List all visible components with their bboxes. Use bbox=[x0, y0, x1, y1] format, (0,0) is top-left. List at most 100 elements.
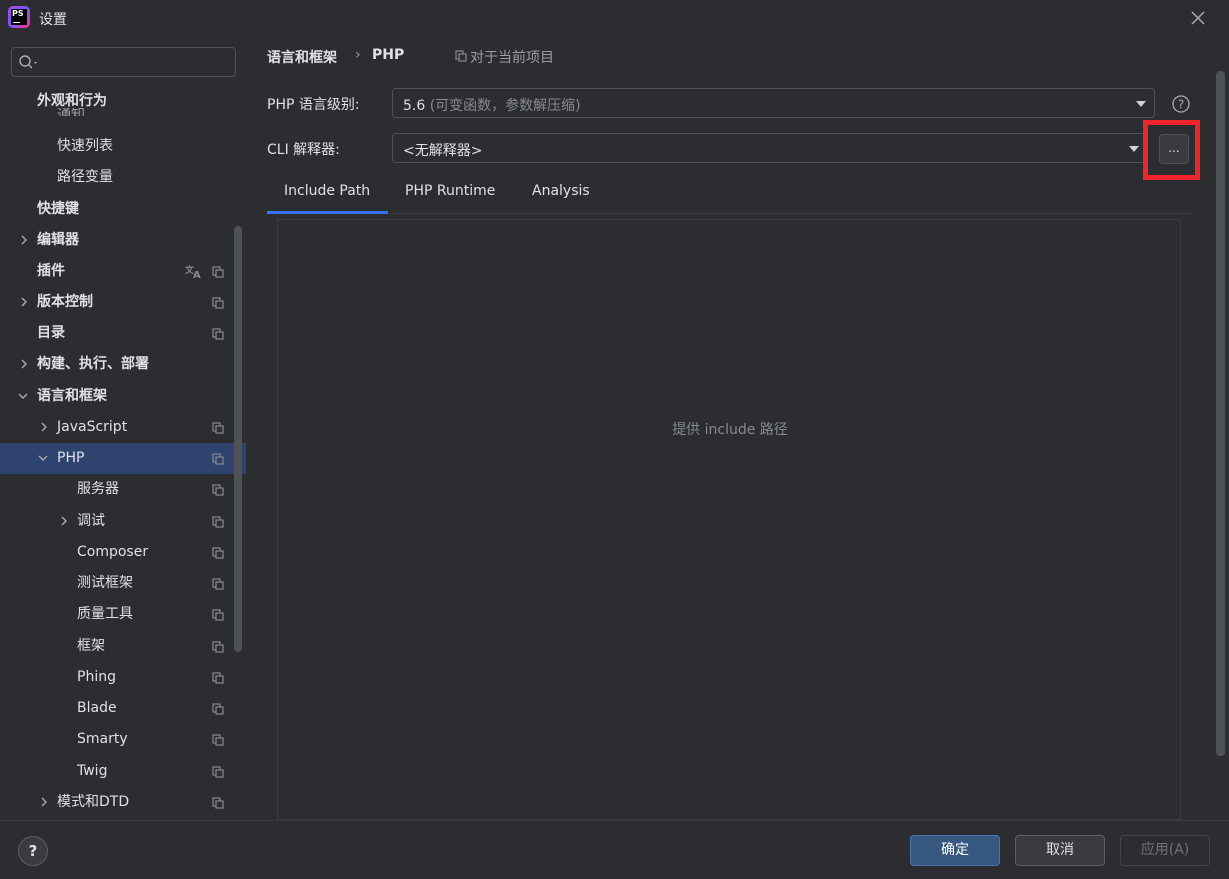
project-scope-icon bbox=[212, 797, 224, 809]
empty-state-text: 提供 include 路径 bbox=[672, 422, 788, 438]
translate-icon: 文 A bbox=[185, 264, 201, 279]
sidebar-item-label: PHP bbox=[57, 450, 85, 466]
sidebar-item-label: Blade bbox=[77, 700, 117, 716]
sidebar-item-label: 测试框架 bbox=[77, 575, 133, 591]
sidebar-item-label: 目录 bbox=[37, 325, 65, 341]
sidebar-item-label: 模式和DTD bbox=[57, 794, 130, 810]
sidebar-item-label: 调试 bbox=[77, 513, 105, 529]
sidebar-item-label: Phing bbox=[77, 669, 116, 685]
sidebar-item-twig[interactable]: Twig bbox=[0, 756, 233, 787]
settings-main-panel: 语言和框架 › PHP 对于当前项目 PHP 语言级别: 5.6 (可变函数，参… bbox=[246, 36, 1229, 820]
project-scope-icon bbox=[212, 641, 224, 653]
php-language-level-label: PHP 语言级别: bbox=[267, 97, 360, 113]
sidebar-item-phing[interactable]: Phing bbox=[0, 662, 233, 693]
sidebar-item-label: 外观和行为 bbox=[37, 93, 107, 109]
chevron-right-icon[interactable] bbox=[19, 359, 29, 369]
project-scope-icon bbox=[212, 328, 224, 340]
project-scope-icon bbox=[212, 672, 224, 684]
sidebar-item-path-variables[interactable]: 路径变量 bbox=[0, 162, 233, 193]
title-bar: PS 设置 bbox=[0, 0, 1229, 36]
tab-analysis[interactable]: Analysis bbox=[532, 183, 590, 214]
sidebar-item-label: 构建、执行、部署 bbox=[37, 356, 149, 372]
ok-button[interactable]: 确定 bbox=[910, 835, 1000, 866]
sidebar-item-keymap[interactable]: 快捷键 bbox=[0, 194, 233, 225]
apply-button[interactable]: 应用(A) bbox=[1120, 835, 1210, 866]
sidebar-item-label: 编辑器 bbox=[37, 232, 79, 248]
scope-label: 对于当前项目 bbox=[470, 50, 554, 66]
chevron-right-icon[interactable] bbox=[39, 797, 49, 807]
sidebar-item-label: 版本控制 bbox=[37, 294, 93, 310]
sidebar-item-label: 服务器 bbox=[77, 481, 119, 497]
sidebar-item-languages-frameworks[interactable]: 语言和框架 bbox=[0, 381, 233, 412]
tab-include-path[interactable]: Include Path bbox=[267, 183, 388, 214]
help-button[interactable]: ? bbox=[18, 836, 48, 866]
close-icon[interactable] bbox=[1186, 6, 1210, 30]
php-level-hint: (可变函数，参数解压缩) bbox=[429, 98, 581, 114]
sidebar-item-label: Composer bbox=[77, 544, 149, 560]
sidebar-item-label: 框架 bbox=[77, 638, 105, 654]
dropdown-arrow-icon bbox=[1129, 146, 1139, 152]
chevron-right-icon[interactable] bbox=[39, 422, 49, 432]
sidebar-item-label: 语言和框架 bbox=[37, 388, 107, 404]
window-title: 设置 bbox=[39, 12, 67, 28]
project-scope-icon bbox=[212, 516, 224, 528]
sidebar-item-blade[interactable]: Blade bbox=[0, 693, 233, 724]
search-input[interactable] bbox=[11, 47, 236, 77]
include-path-list[interactable]: 提供 include 路径 bbox=[277, 219, 1181, 820]
project-scope-icon bbox=[212, 578, 224, 590]
sidebar-scrollbar[interactable] bbox=[234, 226, 242, 652]
logo-text: PS bbox=[11, 9, 27, 25]
cli-interpreter-dropdown[interactable]: <无解释器> bbox=[392, 133, 1148, 163]
sidebar-item-label: 插件 bbox=[37, 263, 65, 279]
project-scope-icon bbox=[212, 297, 224, 309]
sidebar-item-smarty[interactable]: Smarty bbox=[0, 724, 233, 755]
highlight-annotation-box bbox=[1143, 120, 1200, 180]
project-scope-icon bbox=[212, 703, 224, 715]
sidebar-item-build-execution-deployment[interactable]: 构建、执行、部署 bbox=[0, 349, 233, 380]
svg-text:A: A bbox=[193, 270, 201, 279]
breadcrumb-current: PHP bbox=[372, 47, 405, 63]
chevron-right-icon[interactable] bbox=[59, 516, 69, 526]
sidebar-item-schemas-dtds[interactable]: 模式和DTD bbox=[0, 787, 233, 818]
cli-interpreter-value: <无解释器> bbox=[403, 143, 483, 159]
help-icon[interactable]: ? bbox=[1171, 94, 1191, 114]
cancel-button[interactable]: 取消 bbox=[1015, 835, 1105, 866]
sidebar-item-editor[interactable]: 编辑器 bbox=[0, 225, 233, 256]
sidebar-item-label: 质量工具 bbox=[77, 606, 133, 622]
sidebar-item-composer[interactable]: Composer bbox=[0, 537, 233, 568]
chevron-right-icon[interactable] bbox=[19, 297, 29, 307]
sidebar-item-plugins[interactable]: 插件 文 A bbox=[0, 256, 233, 287]
sidebar-item-test-frameworks[interactable]: 测试框架 bbox=[0, 568, 233, 599]
svg-text:?: ? bbox=[1178, 98, 1184, 112]
sidebar-item-debug[interactable]: 调试 bbox=[0, 506, 233, 537]
sidebar-item-frameworks[interactable]: 框架 bbox=[0, 631, 233, 662]
dropdown-arrow-icon bbox=[1136, 101, 1146, 107]
settings-sidebar: 通知 外观和行为 快速列表 路径变量 快捷键 编辑器 插件 文 A 版本控制 目… bbox=[0, 36, 246, 820]
sidebar-item-directories[interactable]: 目录 bbox=[0, 318, 233, 349]
project-scope-icon bbox=[455, 50, 467, 62]
chevron-down-icon[interactable] bbox=[18, 391, 28, 401]
php-level-version: 5.6 bbox=[403, 98, 426, 114]
breadcrumb-separator: › bbox=[355, 47, 361, 63]
sidebar-item-php[interactable]: PHP bbox=[0, 443, 246, 474]
project-scope-icon bbox=[212, 766, 224, 778]
project-scope-icon bbox=[212, 484, 224, 496]
main-scrollbar[interactable] bbox=[1216, 71, 1225, 756]
sidebar-item-javascript[interactable]: JavaScript bbox=[0, 412, 233, 443]
chevron-right-icon[interactable] bbox=[19, 235, 29, 245]
chevron-down-icon[interactable] bbox=[38, 453, 48, 463]
sidebar-item-quality-tools[interactable]: 质量工具 bbox=[0, 599, 233, 630]
sidebar-item-quick-lists[interactable]: 快速列表 bbox=[0, 131, 233, 162]
sidebar-item-label: 快速列表 bbox=[57, 138, 113, 154]
tab-php-runtime[interactable]: PHP Runtime bbox=[405, 183, 495, 214]
project-scope-icon bbox=[212, 609, 224, 621]
cli-interpreter-label: CLI 解释器: bbox=[267, 142, 340, 158]
sidebar-item-version-control[interactable]: 版本控制 bbox=[0, 287, 233, 318]
sidebar-item-appearance[interactable]: 外观和行为 bbox=[0, 86, 233, 117]
php-language-level-dropdown[interactable]: 5.6 (可变函数，参数解压缩) bbox=[392, 88, 1155, 118]
php-settings-tabs: Include Path PHP Runtime Analysis bbox=[267, 178, 1191, 214]
breadcrumb-parent[interactable]: 语言和框架 bbox=[267, 47, 337, 67]
sidebar-item-servers[interactable]: 服务器 bbox=[0, 474, 233, 505]
sidebar-item-label: JavaScript bbox=[57, 419, 128, 435]
sidebar-item-label: 路径变量 bbox=[57, 169, 113, 185]
